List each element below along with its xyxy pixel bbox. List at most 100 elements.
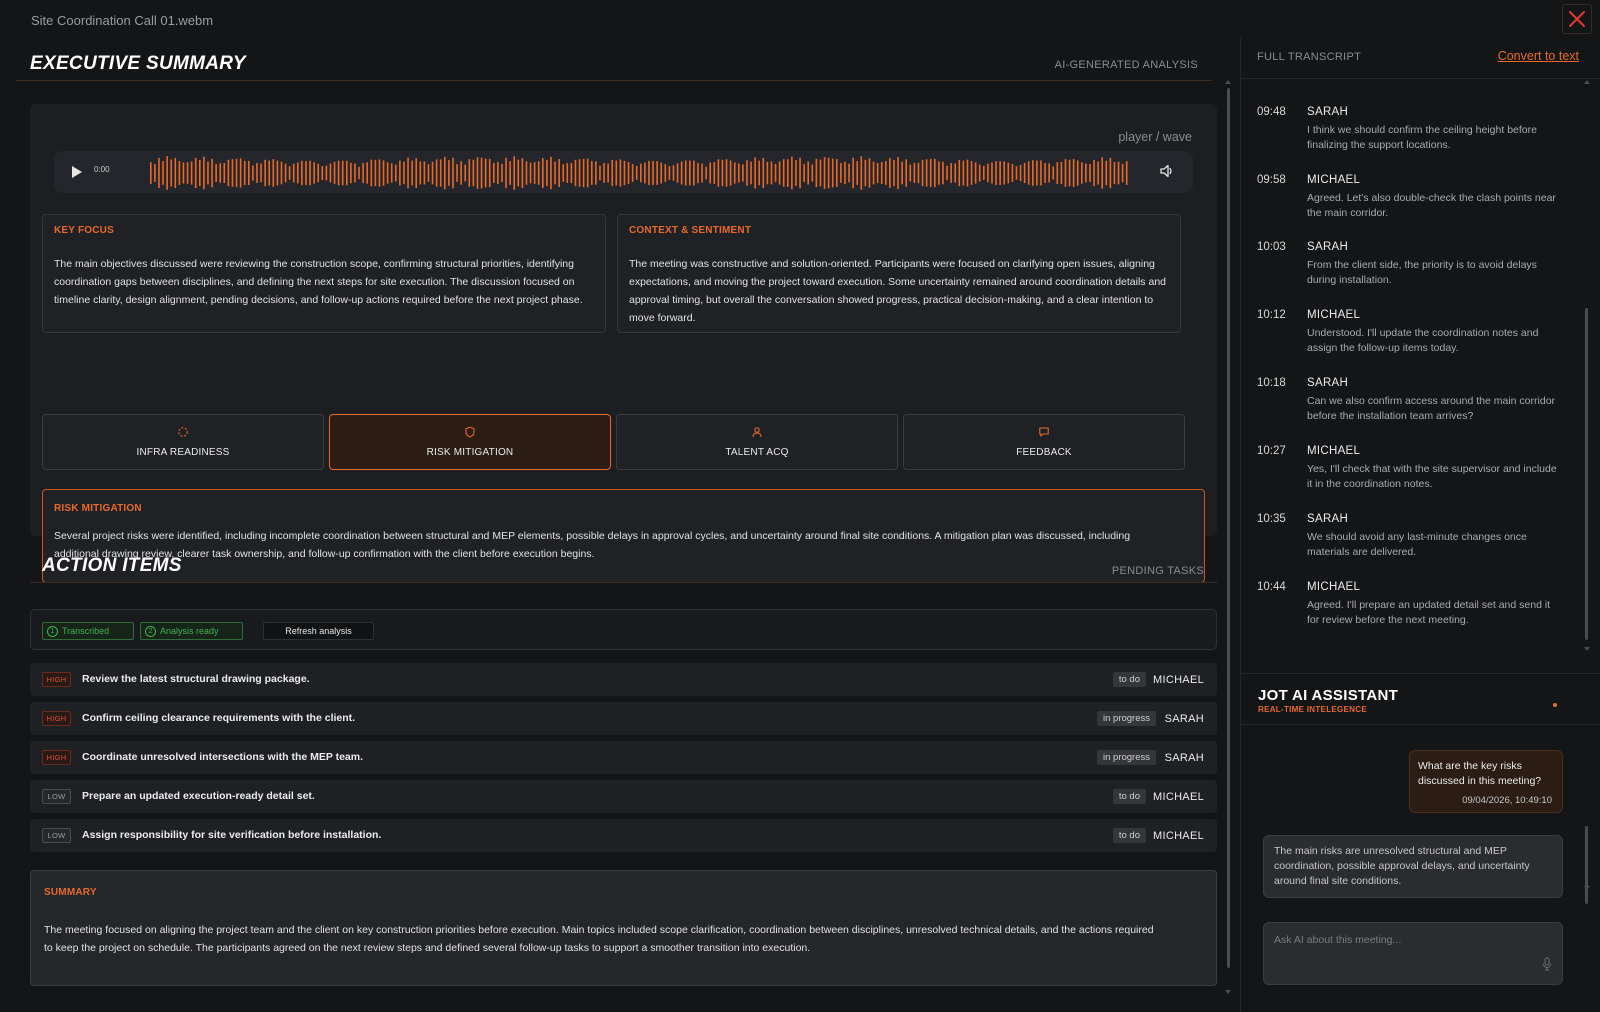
task-status-badge[interactable]: to do xyxy=(1112,828,1146,843)
waveform-bar xyxy=(811,164,814,182)
tab-risk-mitigation[interactable]: RISK MITIGATION xyxy=(329,414,611,470)
waveform-bar xyxy=(1052,166,1055,180)
priority-badge: LOW xyxy=(42,828,71,843)
task-row[interactable]: HIGH Review the latest structural drawin… xyxy=(30,663,1217,696)
waveform-bar xyxy=(1121,163,1124,183)
scroll-up-arrow[interactable] xyxy=(1225,80,1231,84)
shield-icon xyxy=(465,426,475,438)
entry-text: From the client side, the priority is to… xyxy=(1307,259,1537,286)
waveform-bar xyxy=(346,160,348,186)
person-icon xyxy=(752,427,762,438)
summary-label: SUMMARY xyxy=(44,887,97,898)
task-status-badge[interactable]: to do xyxy=(1112,672,1146,687)
waveform-bar xyxy=(174,157,177,189)
waveform-bar xyxy=(550,156,552,190)
waveform-bar xyxy=(1089,164,1091,182)
waveform-bar xyxy=(611,159,614,187)
waveform-bar xyxy=(1060,162,1063,184)
waveform-bar xyxy=(934,158,936,188)
scroll-down-arrow[interactable] xyxy=(1584,647,1590,651)
user-message: What are the key risks discussed in this… xyxy=(1409,750,1563,813)
entry-time: 10:12 xyxy=(1257,309,1286,321)
waveform-bar xyxy=(640,163,642,183)
transcript-scrollbar-thumb[interactable] xyxy=(1585,308,1588,640)
task-status-badge[interactable]: to do xyxy=(1112,789,1146,804)
waveform-bar xyxy=(913,163,916,183)
tab-label: RISK MITIGATION xyxy=(426,447,514,458)
volume-button[interactable] xyxy=(1159,163,1175,184)
entry-speaker: MICHAEL xyxy=(1307,309,1361,321)
waveform-bar xyxy=(1076,160,1079,186)
entry-time: 10:44 xyxy=(1257,581,1286,593)
waveform-bar xyxy=(852,157,854,189)
scroll-down-arrow[interactable] xyxy=(1584,886,1590,890)
waveform-bar xyxy=(1007,162,1010,184)
waveform-bar xyxy=(452,157,454,189)
waveform-bar xyxy=(921,159,924,187)
waveform-bar xyxy=(1064,159,1067,187)
task-status-badge[interactable]: in progress xyxy=(1097,750,1156,765)
task-row[interactable]: HIGH Confirm ceiling clearance requireme… xyxy=(30,702,1217,735)
waveform-bar xyxy=(199,160,201,186)
speaker-icon xyxy=(1160,164,1172,178)
microphone-button[interactable] xyxy=(1542,957,1552,976)
entry-time: 10:18 xyxy=(1257,377,1286,389)
waveform-bar xyxy=(705,166,707,180)
task-text: Prepare an updated execution-ready detai… xyxy=(82,790,315,802)
status-label: Transcribed xyxy=(62,626,110,636)
tab-label: FEEDBACK xyxy=(1016,447,1072,458)
waveform-bar xyxy=(337,160,340,186)
waveform-bar xyxy=(497,161,499,185)
waveform-bar xyxy=(893,159,895,187)
status-label: Analysis ready xyxy=(160,626,219,636)
waveform-bar xyxy=(970,161,973,185)
waveform-bar xyxy=(317,163,320,183)
waveform-bar xyxy=(243,160,246,186)
waveform-bar xyxy=(354,163,356,183)
waveform-bar xyxy=(484,158,487,188)
scrollbar-thumb[interactable] xyxy=(1227,88,1230,968)
waveform-bar xyxy=(395,164,397,182)
status-transcribed-badge[interactable]: 1 Transcribed xyxy=(42,622,134,640)
task-row[interactable]: LOW Assign responsibility for site verif… xyxy=(30,819,1217,852)
entry-text: Agreed. Let's also double-check the clas… xyxy=(1307,192,1556,219)
divider xyxy=(1241,78,1600,79)
waveform-bar xyxy=(558,159,560,187)
executive-summary-header: EXECUTIVE SUMMARY AI-GENERATED ANALYSIS xyxy=(16,50,1212,81)
task-row[interactable]: HIGH Coordinate unresolved intersections… xyxy=(30,741,1217,774)
ask-ai-input[interactable] xyxy=(1274,931,1534,949)
status-analysis-ready-badge[interactable]: 2 Analysis ready xyxy=(140,622,243,640)
waveform-bar xyxy=(591,161,593,185)
close-button[interactable] xyxy=(1562,4,1592,34)
tab-talent-acq[interactable]: TALENT ACQ xyxy=(616,414,898,470)
waveform-bar xyxy=(444,156,446,190)
task-status-badge[interactable]: in progress xyxy=(1097,711,1156,726)
waveform[interactable] xyxy=(150,156,1130,190)
waveform-bar xyxy=(431,161,434,185)
waveform-bar xyxy=(566,163,569,183)
waveform-bar xyxy=(974,162,977,184)
task-row[interactable]: LOW Prepare an updated execution-ready d… xyxy=(30,780,1217,813)
convert-to-text-link[interactable]: Convert to text xyxy=(1498,49,1579,63)
waveform-bar xyxy=(1044,163,1046,183)
refresh-analysis-button[interactable]: Refresh analysis xyxy=(263,622,374,640)
waveform-bar xyxy=(872,161,875,185)
waveform-bar xyxy=(758,160,761,186)
play-button[interactable] xyxy=(72,166,82,178)
tab-infra-readiness[interactable]: INFRA READINESS xyxy=(42,414,324,470)
waveform-bar xyxy=(684,160,687,186)
waveform-bar xyxy=(513,156,516,190)
scroll-down-arrow[interactable] xyxy=(1225,990,1231,994)
task-owner: MICHAEL xyxy=(1153,791,1204,803)
waveform-bar xyxy=(252,165,254,181)
waveform-bar xyxy=(562,164,565,182)
tab-feedback[interactable]: FEEDBACK xyxy=(903,414,1185,470)
scroll-up-arrow[interactable] xyxy=(1584,80,1590,84)
task-owner: SARAH xyxy=(1164,713,1204,725)
transcript-label: FULL TRANSCRIPT xyxy=(1257,51,1362,63)
waveform-bar xyxy=(1027,161,1030,185)
chat-scrollbar-thumb[interactable] xyxy=(1585,826,1588,904)
waveform-bar xyxy=(215,163,217,182)
waveform-bar xyxy=(574,159,577,187)
waveform-bar xyxy=(448,160,450,186)
